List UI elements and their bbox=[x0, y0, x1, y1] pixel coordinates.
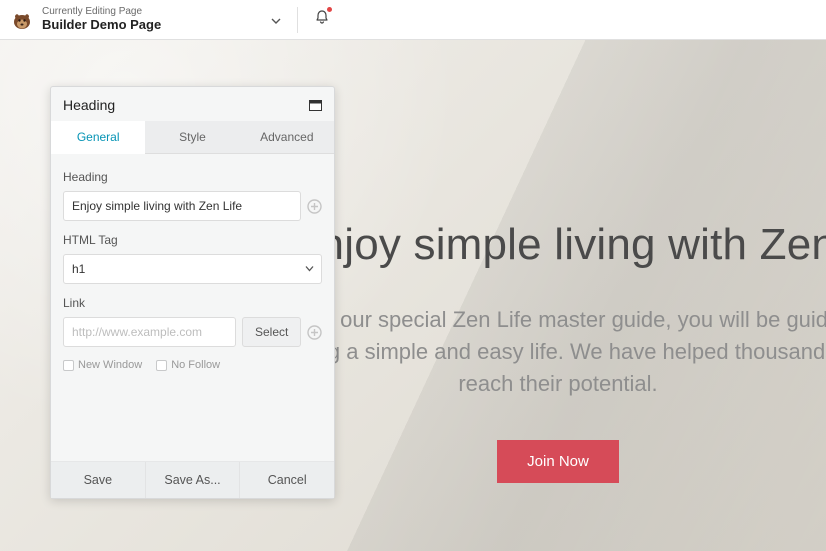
tab-general[interactable]: General bbox=[51, 121, 145, 154]
panel-header[interactable]: Heading bbox=[51, 87, 334, 121]
heading-input[interactable] bbox=[63, 191, 301, 221]
heading-field-label: Heading bbox=[63, 170, 322, 184]
html-tag-value: h1 bbox=[63, 254, 322, 284]
new-window-label: New Window bbox=[78, 359, 142, 371]
cancel-button[interactable]: Cancel bbox=[240, 462, 334, 498]
beaver-logo-icon bbox=[10, 8, 34, 32]
hero-sub-line: living a simple and easy life. We have h… bbox=[290, 336, 826, 368]
new-window-checkbox[interactable]: New Window bbox=[63, 359, 142, 371]
join-now-button[interactable]: Join Now bbox=[497, 440, 619, 483]
hero-sub-line: reach their potential. bbox=[290, 368, 826, 400]
maximize-icon[interactable] bbox=[309, 100, 322, 111]
hero-sub-line: With our special Zen Life master guide, … bbox=[290, 304, 826, 336]
link-select-button[interactable]: Select bbox=[242, 317, 301, 347]
no-follow-label: No Follow bbox=[171, 359, 220, 371]
topbar: Currently Editing Page Builder Demo Page bbox=[0, 0, 826, 40]
save-button[interactable]: Save bbox=[51, 462, 146, 498]
notification-dot-icon bbox=[327, 7, 332, 12]
link-input[interactable] bbox=[63, 317, 236, 347]
plus-icon[interactable] bbox=[307, 325, 322, 340]
no-follow-checkbox[interactable]: No Follow bbox=[156, 359, 220, 371]
panel-title: Heading bbox=[63, 97, 115, 113]
link-label: Link bbox=[63, 296, 322, 310]
panel-body: Heading HTML Tag h1 Link Select bbox=[51, 154, 334, 461]
notifications-button[interactable] bbox=[314, 9, 330, 30]
page-title: Builder Demo Page bbox=[42, 18, 161, 33]
divider bbox=[297, 7, 298, 33]
html-tag-label: HTML Tag bbox=[63, 233, 322, 247]
checkbox-icon bbox=[156, 360, 167, 371]
plus-icon[interactable] bbox=[307, 199, 322, 214]
checkbox-icon bbox=[63, 360, 74, 371]
save-as-button[interactable]: Save As... bbox=[146, 462, 241, 498]
tab-advanced[interactable]: Advanced bbox=[240, 121, 334, 153]
page-dropdown-toggle[interactable] bbox=[271, 13, 281, 27]
panel-footer: Save Save As... Cancel bbox=[51, 461, 334, 498]
heading-settings-panel: Heading General Style Advanced Heading H… bbox=[50, 86, 335, 499]
html-tag-select[interactable]: h1 bbox=[63, 254, 322, 284]
page-info: Currently Editing Page Builder Demo Page bbox=[42, 6, 161, 32]
panel-tabs: General Style Advanced bbox=[51, 121, 334, 154]
tab-style[interactable]: Style bbox=[145, 121, 239, 153]
